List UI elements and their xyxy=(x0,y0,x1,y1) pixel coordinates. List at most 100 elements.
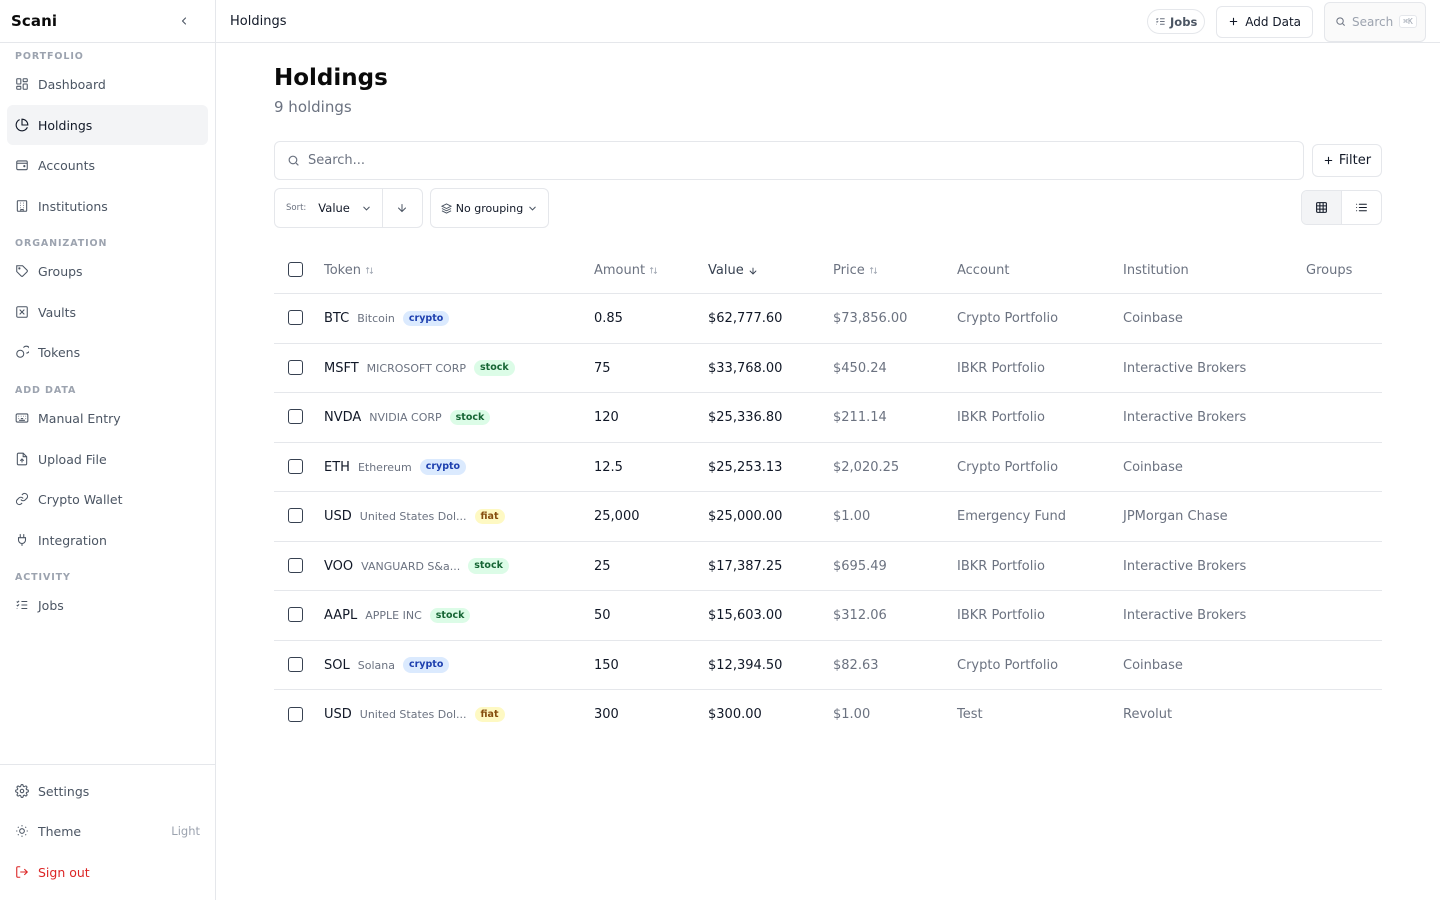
wallet-icon xyxy=(15,158,29,172)
plus-icon xyxy=(1228,16,1239,27)
list-checks-icon xyxy=(15,598,29,612)
column-header-account[interactable]: Account xyxy=(957,247,1010,294)
sort-select[interactable]: Value xyxy=(318,201,350,215)
row-checkbox[interactable] xyxy=(288,359,303,375)
table-header: Token Amount Value Price Account Institu… xyxy=(274,247,1382,294)
column-label: Account xyxy=(957,263,1010,278)
section-label-portfolio: PORTFOLIO xyxy=(15,51,84,62)
sort-direction-button[interactable] xyxy=(383,202,422,214)
grid-icon xyxy=(1316,202,1327,213)
sidebar-item-groups[interactable]: Groups xyxy=(7,251,208,291)
sidebar-item-dashboard[interactable]: Dashboard xyxy=(7,64,208,104)
keyboard-icon xyxy=(15,411,29,425)
column-header-groups[interactable]: Groups xyxy=(1306,247,1352,294)
column-header-institution[interactable]: Institution xyxy=(1123,247,1189,294)
plug-icon xyxy=(15,533,29,547)
add-data-button[interactable]: Add Data xyxy=(1216,5,1313,38)
row-checkbox[interactable] xyxy=(288,656,303,672)
row-checkbox[interactable] xyxy=(288,706,303,722)
vault-icon xyxy=(15,305,29,319)
table-row[interactable]: SOL Solana crypto 150 $12,394.50 $82.63 … xyxy=(274,641,1382,690)
search-icon xyxy=(1335,16,1346,27)
sidebar-divider xyxy=(0,764,215,765)
sidebar-item-jobs[interactable]: Jobs xyxy=(7,585,208,625)
sidebar-item-label: Vaults xyxy=(38,304,77,320)
token-symbol: ETH xyxy=(324,459,350,475)
sidebar-item-accounts[interactable]: Accounts xyxy=(7,145,208,185)
top-actions: Jobs Add Data Search ⌘K xyxy=(1147,0,1426,43)
column-header-price[interactable]: Price xyxy=(833,247,878,294)
token-name: APPLE INC xyxy=(365,609,422,622)
table-row[interactable]: VOO VANGUARD S&a... stock 25 $17,387.25 … xyxy=(274,542,1382,591)
global-search[interactable]: Search ⌘K xyxy=(1324,1,1426,42)
table-row[interactable]: USD United States Dol... fiat 300 $300.0… xyxy=(274,690,1382,740)
sidebar-item-label: Manual Entry xyxy=(38,410,121,426)
sidebar-item-vaults[interactable]: Vaults xyxy=(7,292,208,332)
chevron-down-icon[interactable] xyxy=(361,203,372,214)
jobs-button[interactable]: Jobs xyxy=(1147,9,1206,34)
collapse-sidebar-icon[interactable] xyxy=(175,12,193,30)
token-type-badge: crypto xyxy=(402,310,450,327)
section-label-organization: ORGANIZATION xyxy=(15,238,108,249)
row-checkbox[interactable] xyxy=(288,458,303,474)
sidebar-item-label: Groups xyxy=(38,263,83,279)
sidebar-item-tokens[interactable]: Tokens xyxy=(7,332,208,372)
sign-out-button[interactable]: Sign out xyxy=(7,852,208,892)
row-checkbox[interactable] xyxy=(288,409,303,425)
sidebar-item-settings[interactable]: Settings xyxy=(7,771,208,811)
row-checkbox[interactable] xyxy=(288,557,303,573)
amount-cell: 120 xyxy=(594,410,619,425)
search-shortcut: ⌘K xyxy=(1399,15,1417,28)
institution-cell: Interactive Brokers xyxy=(1123,558,1247,574)
sidebar-item-upload-file[interactable]: Upload File xyxy=(7,439,208,479)
theme-toggle[interactable]: Theme Light xyxy=(7,811,208,851)
layers-icon xyxy=(440,202,452,214)
row-checkbox[interactable] xyxy=(288,310,303,326)
select-all-checkbox[interactable] xyxy=(288,262,303,277)
table-row[interactable]: USD United States Dol... fiat 25,000 $25… xyxy=(274,492,1382,542)
token-symbol: MSFT xyxy=(324,360,359,376)
gear-icon xyxy=(15,784,29,798)
table-row[interactable]: NVDA NVIDIA CORP stock 120 $25,336.80 $2… xyxy=(274,393,1382,443)
value-cell: $12,394.50 xyxy=(708,657,783,673)
price-cell: $1.00 xyxy=(833,707,871,722)
price-cell: $82.63 xyxy=(833,657,879,673)
grid-view-button[interactable] xyxy=(1302,191,1341,224)
table-row[interactable]: MSFT MICROSOFT CORP stock 75 $33,768.00 … xyxy=(274,344,1382,393)
token-type-badge: crypto xyxy=(402,657,450,673)
sidebar-item-label: Jobs xyxy=(38,597,64,613)
sort-label: Sort: xyxy=(286,203,307,213)
sidebar-header: Scani xyxy=(0,0,215,43)
sidebar-item-manual-entry[interactable]: Manual Entry xyxy=(7,398,208,438)
token-name: MICROSOFT CORP xyxy=(366,361,466,375)
sidebar-item-integration[interactable]: Integration xyxy=(7,520,208,560)
table-row[interactable]: AAPL APPLE INC stock 50 $15,603.00 $312.… xyxy=(274,591,1382,641)
building-icon xyxy=(15,199,29,213)
list-icon xyxy=(1356,203,1367,212)
table-row[interactable]: BTC Bitcoin crypto 0.85 $62,777.60 $73,8… xyxy=(274,294,1382,344)
sidebar-item-holdings[interactable]: Holdings xyxy=(7,105,208,145)
sun-icon xyxy=(15,824,29,838)
sort-arrows-icon xyxy=(649,266,658,275)
account-cell: Crypto Portfolio xyxy=(957,311,1059,326)
account-cell: IBKR Portfolio xyxy=(957,608,1045,623)
table-row[interactable]: ETH Ethereum crypto 12.5 $25,253.13 $2,0… xyxy=(274,443,1382,492)
row-checkbox[interactable] xyxy=(288,607,303,623)
grouping-select[interactable]: No grouping xyxy=(430,188,549,228)
sidebar-item-institutions[interactable]: Institutions xyxy=(7,186,208,226)
value-cell: $25,336.80 xyxy=(708,410,783,425)
search-input[interactable] xyxy=(308,153,1208,168)
column-header-amount[interactable]: Amount xyxy=(594,247,658,294)
sidebar: Scani PORTFOLIO Dashboard Holdings Accou… xyxy=(0,0,216,900)
list-view-button[interactable] xyxy=(1341,191,1381,224)
row-checkbox[interactable] xyxy=(288,508,303,524)
theme-value: Light xyxy=(171,824,200,838)
sidebar-item-crypto-wallet[interactable]: Crypto Wallet xyxy=(7,479,208,519)
amount-cell: 50 xyxy=(594,608,611,623)
top-bar: Holdings Jobs Add Data Search ⌘K xyxy=(216,0,1440,43)
institution-cell: Coinbase xyxy=(1123,311,1183,326)
column-header-value[interactable]: Value xyxy=(708,247,758,294)
app-logo[interactable]: Scani xyxy=(11,12,57,30)
column-header-token[interactable]: Token xyxy=(324,247,374,294)
filter-button[interactable]: Filter xyxy=(1312,144,1382,177)
